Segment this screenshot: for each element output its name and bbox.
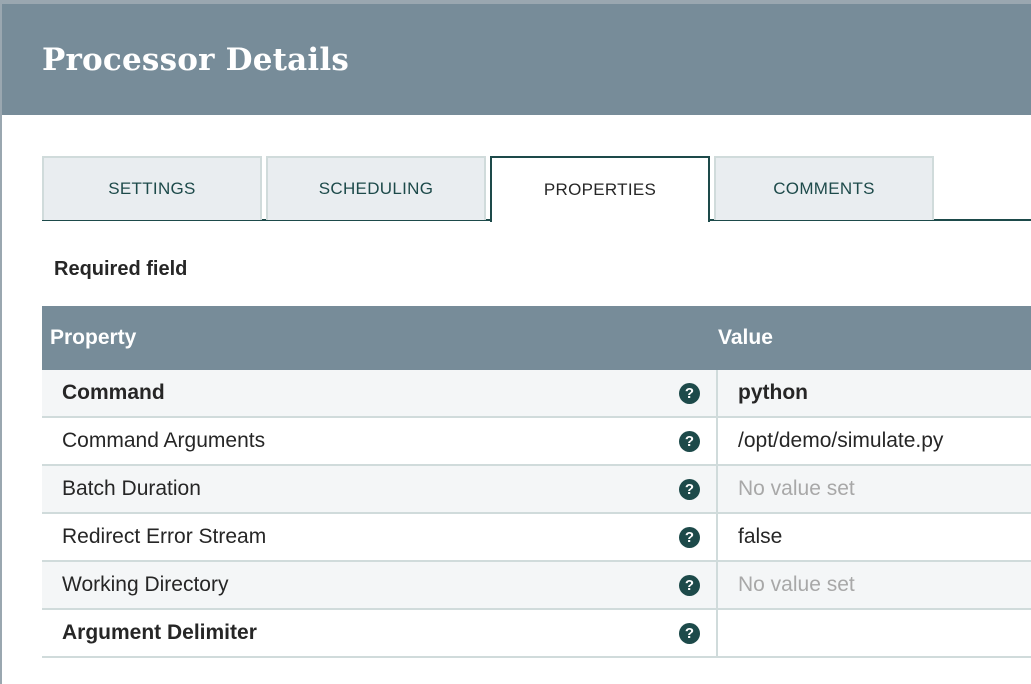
property-name-cell: Batch Duration?: [42, 466, 718, 512]
table-row[interactable]: Argument Delimiter?: [42, 610, 1031, 658]
property-name: Command: [62, 381, 165, 404]
property-value: false: [738, 525, 783, 548]
processor-details-dialog: Processor Details SETTINGS SCHEDULING PR…: [2, 4, 1031, 684]
property-value-cell[interactable]: No value set: [718, 466, 855, 512]
question-circle-icon[interactable]: ?: [679, 382, 700, 404]
property-name-cell: Command?: [42, 370, 718, 416]
tab-properties[interactable]: PROPERTIES: [490, 156, 710, 222]
property-value-cell[interactable]: /opt/demo/simulate.py: [718, 418, 943, 464]
table-row[interactable]: Command Arguments? /opt/demo/simulate.py: [42, 418, 1031, 466]
question-circle-icon[interactable]: ?: [679, 430, 700, 452]
property-name-cell: Argument Delimiter?: [42, 610, 718, 656]
table-row[interactable]: Working Directory? No value set: [42, 562, 1031, 610]
property-value: No value set: [738, 477, 855, 500]
question-circle-icon[interactable]: ?: [679, 574, 700, 596]
property-name: Command Arguments: [62, 429, 266, 452]
tab-settings[interactable]: SETTINGS: [42, 156, 262, 220]
property-value: No value set: [738, 573, 855, 596]
property-name-cell: Command Arguments?: [42, 418, 718, 464]
property-value-cell[interactable]: [718, 610, 738, 656]
column-header-value[interactable]: Value: [718, 326, 773, 350]
property-name-cell: Redirect Error Stream?: [42, 514, 718, 560]
property-value: python: [738, 381, 808, 404]
property-value-cell[interactable]: No value set: [718, 562, 855, 608]
properties-table: Property Value Command? python Command Arg…: [42, 306, 1031, 658]
table-row[interactable]: Redirect Error Stream? false: [42, 514, 1031, 562]
dialog-header: Processor Details: [2, 4, 1031, 115]
property-name-cell: Working Directory?: [42, 562, 718, 608]
question-circle-icon[interactable]: ?: [679, 622, 700, 644]
property-value-cell[interactable]: python: [718, 370, 808, 416]
property-value: /opt/demo/simulate.py: [738, 429, 944, 452]
question-circle-icon[interactable]: ?: [679, 478, 700, 500]
column-header-property[interactable]: Property: [42, 326, 718, 350]
property-name: Batch Duration: [62, 477, 201, 500]
tab-comments[interactable]: COMMENTS: [714, 156, 934, 220]
property-name: Redirect Error Stream: [62, 525, 267, 548]
table-header: Property Value: [42, 306, 1031, 370]
question-circle-icon[interactable]: ?: [679, 526, 700, 548]
property-name: Working Directory: [62, 573, 229, 596]
property-name: Argument Delimiter: [62, 621, 257, 644]
tab-bar: SETTINGS SCHEDULING PROPERTIES COMMENTS: [42, 156, 1031, 222]
property-value-cell[interactable]: false: [718, 514, 782, 560]
required-field-legend: Required field: [54, 258, 188, 280]
table-row[interactable]: Batch Duration? No value set: [42, 466, 1031, 514]
tab-scheduling[interactable]: SCHEDULING: [266, 156, 486, 220]
table-row[interactable]: Command? python: [42, 370, 1031, 418]
dialog-title: Processor Details: [42, 41, 350, 78]
